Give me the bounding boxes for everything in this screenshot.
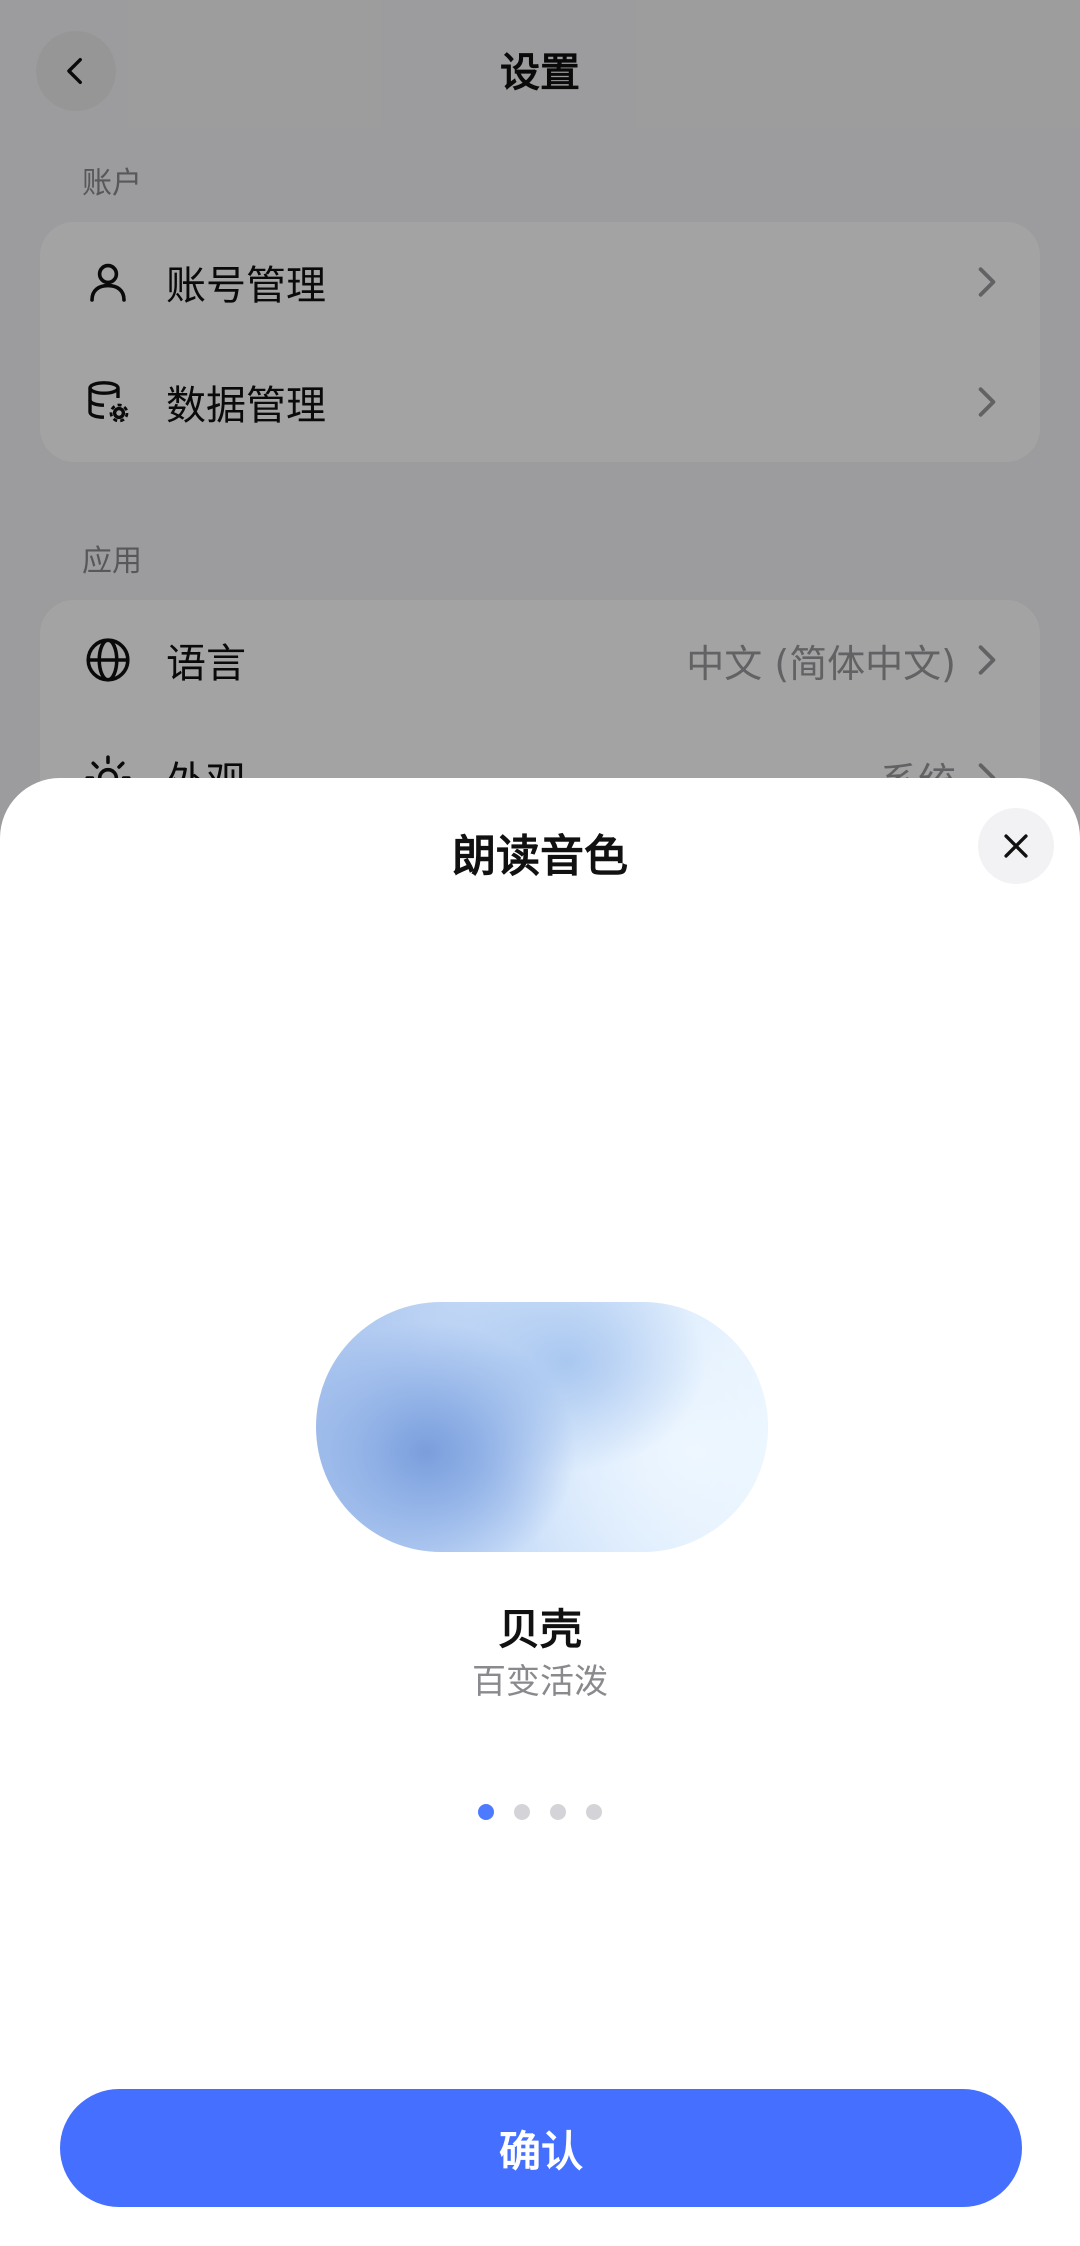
confirm-button[interactable]: 确认	[60, 2089, 1022, 2207]
voice-preview-visual[interactable]	[316, 1302, 768, 1552]
voice-name: 贝壳	[497, 1605, 582, 1654]
sheet-title: 朗读音色	[452, 831, 628, 882]
page-dot[interactable]	[550, 1804, 566, 1820]
close-icon	[1004, 834, 1028, 858]
page-indicator	[0, 1804, 1080, 1820]
page-dot[interactable]	[514, 1804, 530, 1820]
close-button[interactable]	[978, 808, 1054, 884]
voice-picker-sheet: 朗读音色 贝壳 百变活泼 确认	[0, 778, 1080, 2246]
page-dot[interactable]	[586, 1804, 602, 1820]
voice-description: 百变活泼	[472, 1662, 608, 1702]
page-dot[interactable]	[478, 1804, 494, 1820]
